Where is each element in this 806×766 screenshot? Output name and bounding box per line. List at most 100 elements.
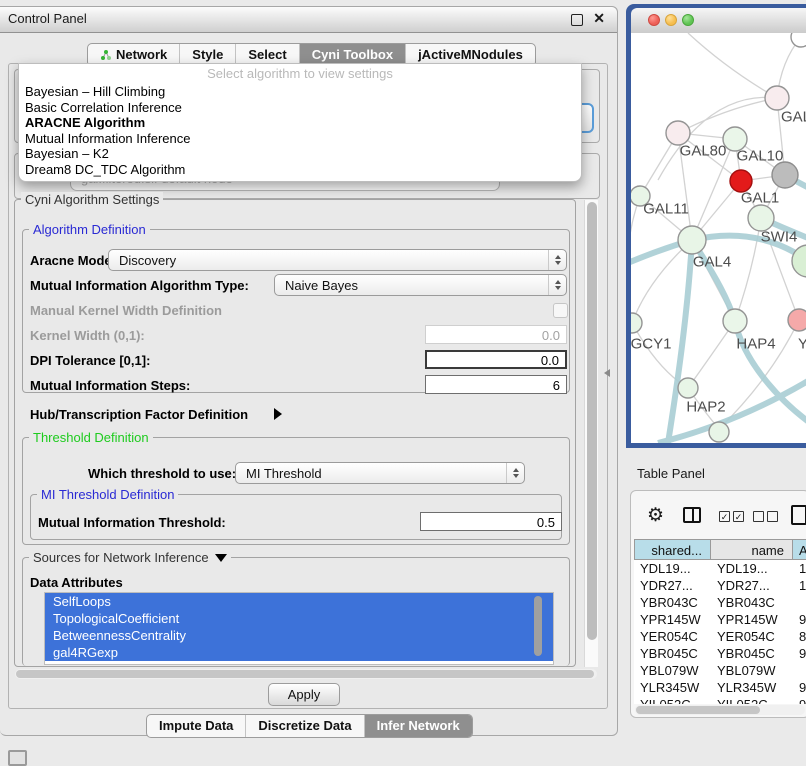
tab-impute-data-label: Impute Data xyxy=(159,715,233,737)
mi-type-combo[interactable]: Naive Bayes xyxy=(274,274,567,296)
node-label: GAL11 xyxy=(643,201,689,218)
node-label: HAP2 xyxy=(686,399,725,416)
which-threshold-combo[interactable]: MI Threshold xyxy=(235,462,525,484)
node[interactable] xyxy=(791,33,806,47)
cell-name: YPR145W xyxy=(711,611,793,628)
panel-divider-handle[interactable] xyxy=(604,369,610,377)
minimized-panel-icon[interactable] xyxy=(8,750,27,766)
expand-arrow-icon[interactable] xyxy=(274,407,282,425)
cell-name: YBL079W xyxy=(711,662,793,679)
close-traffic-light-icon[interactable] xyxy=(648,14,660,26)
minimize-traffic-light-icon[interactable] xyxy=(665,14,677,26)
network-canvas[interactable]: GAL GAL80 GAL10 GAL1 GAL11 SWI4 GAL4 GCY… xyxy=(631,33,806,443)
apply-button[interactable]: Apply xyxy=(268,683,340,706)
cell-name: YLR345W xyxy=(711,679,793,696)
table-header-row: shared... name A xyxy=(634,539,806,560)
node-label: SWI4 xyxy=(761,229,798,246)
node-gray[interactable] xyxy=(772,162,798,188)
deselect-all-checkboxes-icon[interactable] xyxy=(753,511,778,522)
manual-kernel-checkbox[interactable] xyxy=(553,303,568,318)
settings-vertical-scrollbar[interactable] xyxy=(587,202,597,640)
node-label: GAL4 xyxy=(693,254,731,271)
network-window-titlebar[interactable] xyxy=(631,8,806,34)
dropdown-option[interactable]: Dream8 DC_TDC Algorithm xyxy=(19,162,581,178)
dropdown-option[interactable]: Bayesian – Hill Climbing xyxy=(19,84,581,100)
split-columns-icon[interactable] xyxy=(683,507,701,523)
zoom-traffic-light-icon[interactable] xyxy=(682,14,694,26)
close-icon[interactable]: ✕ xyxy=(593,10,605,27)
document-icon[interactable] xyxy=(791,505,806,525)
table-panel-title: Table Panel xyxy=(637,466,705,481)
network-icon xyxy=(100,49,112,61)
mi-threshold-definition-title: MI Threshold Definition xyxy=(37,487,178,502)
settings-vertical-scrollbar-track[interactable] xyxy=(584,200,598,667)
table-row[interactable]: YPR145W YPR145W 9. xyxy=(634,611,806,628)
mi-steps-input[interactable]: 6 xyxy=(425,375,567,394)
algorithm-definition-title: Algorithm Definition xyxy=(29,222,150,237)
cell-shared: YER054C xyxy=(634,628,711,645)
tab-infer-network[interactable]: Infer Network xyxy=(364,715,472,737)
mi-threshold-input[interactable]: 0.5 xyxy=(420,512,562,531)
table-horizontal-scrollbar[interactable] xyxy=(636,706,760,714)
tab-infer-network-label: Infer Network xyxy=(377,715,460,737)
tab-impute-data[interactable]: Impute Data xyxy=(147,715,245,737)
network-view-window: GAL GAL80 GAL10 GAL1 GAL11 SWI4 GAL4 GCY… xyxy=(626,4,806,448)
kernel-width-input[interactable]: 0.0 xyxy=(425,325,567,344)
cell-shared: YPR145W xyxy=(634,611,711,628)
threshold-definition-title: Threshold Definition xyxy=(29,430,153,445)
tab-discretize-data[interactable]: Discretize Data xyxy=(245,715,363,737)
checked-box-icon: ✓ xyxy=(719,511,730,522)
list-item[interactable]: gal4RGexp xyxy=(45,644,553,661)
node-gcy1[interactable] xyxy=(631,313,642,333)
column-header-third[interactable]: A xyxy=(793,539,806,560)
float-window-icon[interactable] xyxy=(571,14,583,26)
dropdown-option[interactable]: Bayesian – K2 xyxy=(19,146,581,162)
tab-discretize-data-label: Discretize Data xyxy=(258,715,351,737)
node-swi4[interactable] xyxy=(748,205,774,231)
table-horizontal-scrollbar-track[interactable] xyxy=(635,705,805,715)
table-row[interactable]: YBR045C YBR045C 9. xyxy=(634,645,806,662)
cell-name: YBR045C xyxy=(711,645,793,662)
select-all-checkboxes-icon[interactable]: ✓ ✓ xyxy=(719,511,744,522)
list-item[interactable]: SelfLoops xyxy=(45,593,553,610)
cell-name: YER054C xyxy=(711,628,793,645)
gear-icon[interactable]: ⚙ xyxy=(647,506,664,525)
table-row[interactable]: YDL19... YDL19... 13 xyxy=(634,560,806,577)
node-gal80[interactable] xyxy=(666,121,690,145)
table-row[interactable]: YLR345W YLR345W 9. xyxy=(634,679,806,696)
dpi-tolerance-input[interactable]: 0.0 xyxy=(425,350,567,369)
table-row[interactable]: YER054C YER054C 8. xyxy=(634,628,806,645)
table-row[interactable]: YDR27... YDR27... 12 xyxy=(634,577,806,594)
cell-name: YDL19... xyxy=(711,560,793,577)
checked-box-icon: ✓ xyxy=(733,511,744,522)
node[interactable] xyxy=(709,422,729,442)
node-hap2[interactable] xyxy=(678,378,698,398)
table-panel-window: ⚙ ✓ ✓ shared... name A YDL19... YDL19...… xyxy=(630,490,806,718)
column-header-name[interactable]: name xyxy=(711,539,793,560)
mi-type-label: Mutual Information Algorithm Type: xyxy=(30,278,249,293)
list-item[interactable]: TopologicalCoefficient xyxy=(45,610,553,627)
data-attributes-list[interactable]: SelfLoops TopologicalCoefficient Between… xyxy=(44,592,554,665)
node-hap4[interactable] xyxy=(723,309,747,333)
column-header-shared[interactable]: shared... xyxy=(634,539,711,560)
table-row[interactable]: YIL052C YIL052C 9 xyxy=(634,696,806,704)
dropdown-option-selected[interactable]: ARACNE Algorithm xyxy=(19,115,581,131)
node-salmon[interactable] xyxy=(788,309,806,331)
control-panel-titlebar[interactable]: Control Panel ✕ xyxy=(0,7,617,33)
settings-horizontal-scrollbar-track[interactable] xyxy=(15,669,597,679)
aracne-mode-label: Aracne Mode: xyxy=(30,253,116,268)
collapse-arrow-icon[interactable] xyxy=(215,550,227,565)
dropdown-option[interactable]: Mutual Information Inference xyxy=(19,131,581,147)
table-row[interactable]: YBL079W YBL079W xyxy=(634,662,806,679)
aracne-mode-combo[interactable]: Discovery xyxy=(108,249,567,271)
list-scrollbar[interactable] xyxy=(534,596,542,656)
cell-value: 12 xyxy=(793,577,806,594)
node[interactable] xyxy=(765,86,789,110)
list-item[interactable]: BetweennessCentrality xyxy=(45,627,553,644)
settings-horizontal-scrollbar[interactable] xyxy=(16,670,594,678)
cell-value: 9. xyxy=(793,611,806,628)
cell-shared: YBR045C xyxy=(634,645,711,662)
table-row[interactable]: YBR043C YBR043C xyxy=(634,594,806,611)
node-gal4[interactable] xyxy=(678,226,706,254)
dropdown-option[interactable]: Basic Correlation Inference xyxy=(19,100,581,116)
